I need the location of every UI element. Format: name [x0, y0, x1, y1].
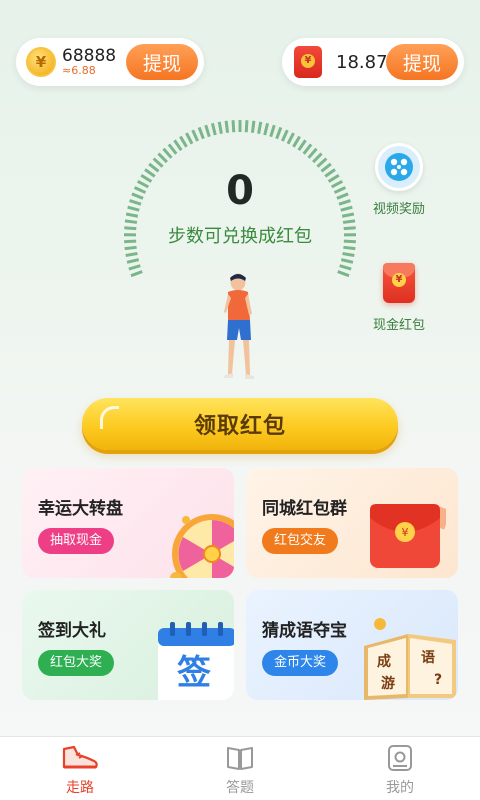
gauge-tick	[217, 121, 223, 134]
gauge-tick	[157, 152, 168, 164]
card-title: 幸运大转盘	[38, 499, 123, 519]
gauge-tick	[152, 157, 164, 168]
gauge-tick	[231, 120, 236, 133]
profile-icon	[388, 745, 412, 771]
gauge-tick	[275, 126, 283, 140]
red-packet-icon	[294, 46, 322, 78]
gauge-tick	[339, 264, 352, 271]
nav-profile-label: 我的	[386, 780, 414, 796]
gauge-tick	[257, 121, 263, 134]
idiom-char: 成	[377, 653, 391, 670]
cash-red-packet-label: 现金红包	[372, 318, 425, 333]
gauge-tick	[337, 270, 350, 278]
gauge-tick	[162, 147, 173, 159]
gauge-tick	[250, 120, 256, 133]
gauge-tick	[302, 143, 313, 155]
card-title: 猜成语夺宝	[262, 621, 347, 641]
gauge-tick	[312, 152, 323, 164]
gauge-tick	[185, 132, 194, 145]
shoe-icon	[62, 745, 98, 769]
gauge-tick	[179, 135, 188, 148]
coin-icon: ¥	[26, 47, 56, 77]
gauge-tick	[244, 120, 249, 133]
nav-profile[interactable]: 我的	[320, 737, 480, 800]
video-reward-button[interactable]: 视频奖励	[366, 140, 432, 217]
gauge-tick	[125, 252, 138, 257]
card-check-in-gift[interactable]: 签到大礼 红包大奖 签	[22, 590, 234, 700]
video-play-icon	[375, 143, 423, 191]
nav-walk-label: 走路	[66, 780, 94, 796]
calendar-icon: 签	[158, 622, 234, 700]
gauge-tick	[204, 124, 211, 138]
gauge-tick	[173, 139, 183, 152]
gauge-tick	[342, 252, 355, 257]
gauge-tick	[167, 143, 178, 155]
gauge-tick	[281, 129, 289, 142]
nav-walk[interactable]: 走路	[0, 737, 160, 800]
gauge-tick	[297, 139, 307, 152]
gauge-tick	[316, 157, 328, 168]
claim-red-packet-label: 领取红包	[193, 414, 286, 439]
card-city-red-packet-group[interactable]: 同城红包群 红包交友 ¥	[246, 468, 458, 578]
gauge-tick	[292, 135, 301, 148]
card-tag: 抽取现金	[38, 528, 115, 554]
card-guess-idiom[interactable]: 猜成语夺宝 金币大奖 成 语 游 ?	[246, 590, 458, 700]
gauge-tick	[130, 270, 143, 278]
cash-red-packet-button[interactable]: 现金红包	[366, 256, 432, 333]
card-tag: 红包交友	[262, 528, 339, 554]
idiom-char: 语	[421, 650, 435, 666]
bottom-nav: 走路 答题 我的	[0, 736, 480, 800]
coin-balance-pill: ¥ 68888 ≈6.88 提现	[16, 38, 204, 86]
card-lucky-wheel[interactable]: 幸运大转盘 抽取现金	[22, 468, 234, 578]
gauge-tick	[128, 264, 141, 271]
gauge-tick	[286, 132, 295, 145]
claim-red-packet-button[interactable]: 领取红包	[82, 398, 398, 450]
card-title: 签到大礼	[38, 621, 106, 641]
nav-quiz[interactable]: 答题	[160, 737, 320, 800]
calendar-art-text: 签	[177, 653, 211, 693]
coin-cash-equivalent: ≈6.88	[62, 64, 96, 78]
idiom-char: ?	[434, 672, 442, 688]
red-packet-withdraw-button[interactable]: 提现	[386, 44, 458, 80]
gauge-tick	[341, 212, 355, 218]
gauge-tick	[224, 120, 230, 133]
card-tag: 金币大奖	[262, 650, 339, 676]
red-envelope-icon: ¥	[370, 504, 446, 568]
step-caption: 步数可兑换成红包	[168, 226, 312, 247]
walking-person-illustration	[224, 273, 254, 379]
card-title: 同城红包群	[262, 499, 347, 519]
idiom-book-icon: 成 语 游 ?	[364, 618, 456, 700]
gauge-tick	[340, 258, 354, 264]
gauge-tick	[191, 129, 199, 142]
coin-balance: 68888	[62, 45, 117, 66]
gauge-tick	[307, 147, 318, 159]
gauge-tick	[126, 258, 140, 264]
gauge-tick	[269, 124, 276, 138]
gauge-tick	[197, 126, 205, 140]
gauge-tick	[125, 212, 139, 218]
card-tag: 红包大奖	[38, 650, 115, 676]
svg-text:¥: ¥	[402, 526, 409, 539]
idiom-char: 游	[381, 675, 395, 692]
video-reward-label: 视频奖励	[372, 202, 425, 217]
gauge-tick	[210, 122, 217, 136]
gauge-tick	[263, 122, 270, 136]
red-packet-balance: 18.87	[336, 51, 388, 73]
prize-wheel-icon	[170, 514, 234, 578]
red-packet-icon	[383, 263, 415, 303]
red-packet-balance-pill: 18.87 提现	[282, 38, 464, 86]
coin-withdraw-button[interactable]: 提现	[126, 44, 198, 80]
nav-quiz-label: 答题	[226, 780, 254, 796]
book-icon	[227, 747, 253, 770]
